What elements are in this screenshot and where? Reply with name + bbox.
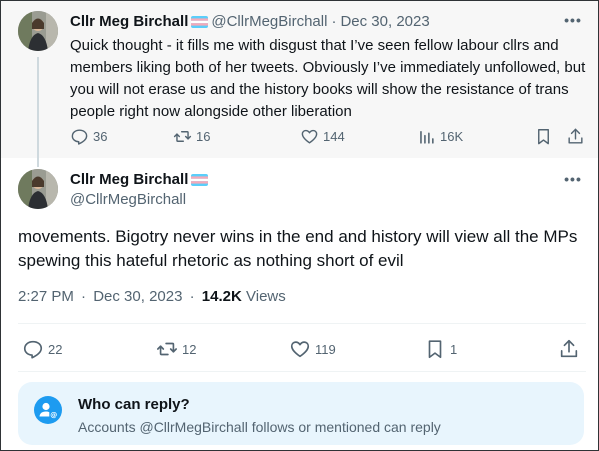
who-can-reply-box: @ Who can reply? Accounts @CllrMegBircha… bbox=[18, 382, 584, 445]
like-count: 119 bbox=[315, 341, 336, 357]
avatar[interactable] bbox=[18, 11, 58, 51]
parent-tweet-header: Cllr Meg Birchall @CllrMegBirchall · Dec… bbox=[70, 12, 430, 32]
like-icon bbox=[301, 129, 318, 144]
tweet-metadata: 2:27 PM · Dec 30, 2023 · 14.2K Views bbox=[18, 287, 286, 307]
bookmark-button[interactable] bbox=[534, 125, 553, 147]
tweet-date[interactable]: Dec 30, 2023 bbox=[93, 288, 182, 305]
share-button[interactable] bbox=[558, 338, 580, 360]
main-tweet-name-row: Cllr Meg Birchall bbox=[70, 170, 211, 190]
reply-count: 36 bbox=[93, 128, 108, 144]
who-can-reply-description: Accounts @CllrMegBirchall follows or men… bbox=[78, 419, 441, 435]
reply-button[interactable]: 22 bbox=[22, 338, 62, 360]
avatar[interactable] bbox=[18, 169, 58, 209]
like-icon bbox=[290, 341, 310, 358]
separator: · bbox=[331, 13, 337, 30]
bookmark-button[interactable]: 1 bbox=[424, 338, 457, 360]
share-icon bbox=[568, 128, 583, 144]
reply-count: 22 bbox=[48, 341, 63, 357]
reply-icon bbox=[71, 128, 88, 145]
display-name[interactable]: Cllr Meg Birchall bbox=[70, 12, 188, 32]
views-label: Views bbox=[246, 288, 286, 305]
views-icon bbox=[420, 130, 434, 144]
divider bbox=[18, 371, 586, 372]
thread-connector-line bbox=[37, 57, 39, 167]
reply-icon bbox=[23, 340, 43, 359]
like-count: 144 bbox=[323, 128, 345, 144]
parent-tweet[interactable]: Cllr Meg Birchall @CllrMegBirchall · Dec… bbox=[1, 1, 598, 167]
reply-button[interactable]: 36 bbox=[70, 125, 107, 147]
bookmark-count: 1 bbox=[450, 341, 458, 357]
repost-button[interactable]: 16 bbox=[173, 125, 210, 147]
display-name[interactable]: Cllr Meg Birchall bbox=[70, 170, 188, 190]
handle[interactable]: @CllrMegBirchall bbox=[70, 190, 186, 210]
share-icon bbox=[560, 339, 578, 358]
more-icon[interactable]: ••• bbox=[563, 13, 583, 33]
tweet-time[interactable]: 2:27 PM bbox=[18, 288, 74, 305]
share-button[interactable] bbox=[566, 125, 585, 147]
mention-user-icon: @ bbox=[34, 396, 62, 424]
svg-text:@: @ bbox=[50, 411, 57, 419]
separator: · bbox=[81, 288, 87, 305]
who-can-reply-title: Who can reply? bbox=[78, 396, 190, 413]
views-count: 14.2K bbox=[201, 288, 242, 305]
handle[interactable]: @CllrMegBirchall bbox=[211, 12, 327, 32]
trans-flag-icon bbox=[191, 16, 209, 28]
views-button[interactable]: 16K bbox=[417, 125, 463, 147]
tweet-date[interactable]: Dec 30, 2023 bbox=[340, 12, 429, 32]
parent-tweet-actions: 36 16 144 16K bbox=[70, 125, 590, 147]
bookmark-icon bbox=[538, 128, 549, 144]
repost-icon bbox=[157, 342, 177, 356]
bookmark-icon bbox=[428, 340, 442, 359]
main-tweet-actions: 22 12 119 1 bbox=[18, 337, 586, 361]
like-button[interactable]: 119 bbox=[289, 338, 336, 360]
like-button[interactable]: 144 bbox=[300, 125, 345, 147]
repost-count: 12 bbox=[182, 341, 197, 357]
main-tweet-text: movements. Bigotry never wins in the end… bbox=[18, 227, 578, 270]
divider bbox=[18, 323, 586, 324]
parent-tweet-text: Quick thought - it fills me with disgust… bbox=[70, 37, 586, 120]
tweet-thread-frame: Cllr Meg Birchall @CllrMegBirchall · Dec… bbox=[0, 0, 599, 451]
repost-count: 16 bbox=[196, 128, 211, 144]
separator: · bbox=[189, 288, 195, 305]
views-count: 16K bbox=[440, 128, 464, 144]
repost-icon bbox=[173, 130, 192, 142]
repost-button[interactable]: 12 bbox=[156, 338, 196, 360]
more-icon[interactable]: ••• bbox=[563, 172, 583, 192]
trans-flag-icon bbox=[191, 174, 209, 186]
